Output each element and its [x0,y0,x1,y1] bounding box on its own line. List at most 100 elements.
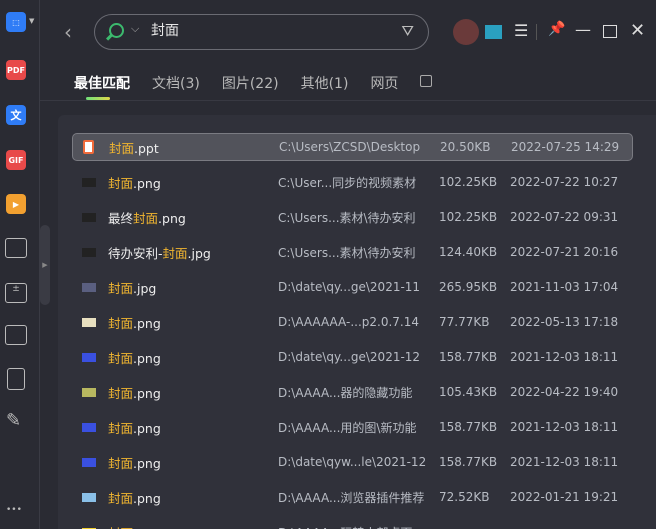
image-thumbnail-icon [82,282,96,292]
file-name: 最终封面.png [108,210,186,226]
file-date: 2021-12-03 18:11 [510,420,619,434]
file-path: D:\AAAA...器的隐藏功能 [278,385,413,400]
maximize-button[interactable] [603,25,617,38]
performance-monitor-icon[interactable] [5,325,27,345]
calculator-icon[interactable]: ± [5,283,27,303]
file-path: C:\Users\ZCSD\Desktop [279,140,421,154]
file-date: 2021-12-03 18:11 [510,455,619,469]
result-row[interactable]: 封面.png C:\User...同步的视频素材 102.25KB 2022-0… [72,168,633,196]
tab-best-match[interactable]: 最佳匹配 [74,73,130,100]
result-row[interactable]: 封面.png D:\AAAA...器的隐藏功能 105.43KB 2022-04… [72,378,633,406]
more-icon[interactable]: ••• [6,505,22,515]
file-size: 265.95KB [439,280,498,294]
file-size: 158.77KB [439,420,498,434]
close-button[interactable]: ✕ [630,20,645,44]
file-name: 封面 [108,523,133,529]
result-row[interactable]: 封面.ppt C:\Users\ZCSD\Desktop 20.50KB 202… [72,133,633,161]
image-thumbnail-icon [82,352,96,362]
file-name: 封面.png [108,385,161,401]
file-path: C:\Users...素材\待办安利 [278,210,416,225]
chevron-down-icon[interactable]: ⌵ [131,22,139,36]
file-size: 105.43KB [439,385,498,399]
file-name: 封面.jpg [108,280,157,296]
result-row[interactable]: 封面.png D:\AAAA...浏览器插件推荐 72.52KB 2022-01… [72,483,633,511]
result-row[interactable]: 最终封面.png C:\Users...素材\待办安利 102.25KB 202… [72,203,633,231]
result-row[interactable]: 封面.jpg D:\date\qy...ge\2021-11 265.95KB … [72,273,633,301]
sidebar: ⬚ ▼ PDF 文 GIF ▶ ± ✎ ••• [0,0,40,529]
crop-icon[interactable]: ⬚ [6,12,26,32]
video-recorder-icon[interactable]: ▶ [6,194,26,214]
file-path: D:\date\qy...ge\2021-11 [278,280,421,294]
file-path: C:\User...同步的视频素材 [278,175,417,190]
file-path: D:\AAAA...玩转小部桌面 [278,524,412,529]
image-thumbnail-icon [82,457,96,467]
file-name: 封面.png [108,490,161,506]
image-thumbnail-icon [82,422,96,432]
file-name: 封面.ppt [109,140,159,156]
ppt-file-icon [83,140,94,154]
divider [536,24,537,40]
file-name: 待办安利-封面.jpg [108,245,211,261]
image-thumbnail-icon [82,212,96,222]
search-bar[interactable]: ⌵ ⛛ [94,14,429,50]
result-row[interactable]: 待办安利-封面.jpg C:\Users...素材\待办安利 124.40KB … [72,238,633,266]
tab-bar: 最佳匹配 文档(3) 图片(22) 其他(1) 网页 [74,73,433,100]
divider [40,100,656,101]
file-date: 2022-05-13 17:18 [510,315,619,329]
file-size: 77.77KB [439,315,490,329]
gif-icon[interactable]: GIF [6,150,26,170]
file-name: 封面.png [108,175,161,191]
file-date: 2022-07-22 10:27 [510,175,619,189]
search-icon [109,23,124,38]
tab-other[interactable]: 其他(1) [301,73,349,93]
file-size: 158.77KB [439,350,498,364]
image-thumbnail-icon [82,492,96,502]
results-list: 封面.ppt C:\Users\ZCSD\Desktop 20.50KB 202… [58,115,656,529]
file-date: 2022-07-22 09:31 [510,210,619,224]
edit-tabs-icon[interactable] [420,75,433,87]
dropdown-arrow-icon[interactable]: ▼ [29,17,34,25]
image-thumbnail-icon [82,177,96,187]
tab-images[interactable]: 图片(22) [222,73,279,93]
file-date: 2021-11-03 17:04 [510,280,619,294]
file-size: 72.52KB [439,490,490,504]
file-path: D:\AAAA...用的图\新功能 [278,420,417,435]
notes-icon[interactable] [7,368,25,390]
wallpaper-icon[interactable] [485,25,502,39]
result-row[interactable]: 封面.png D:\AAAA...用的图\新功能 158.77KB 2021-1… [72,413,633,441]
image-thumbnail-icon [82,247,96,257]
file-size: 124.40KB [439,245,498,259]
file-date: 2022-07-25 14:29 [511,140,620,154]
pin-icon[interactable]: 📌 [548,21,565,45]
file-size: 158.77KB [439,455,498,469]
file-path: D:\AAAAAA-...p2.0.7.14 [278,315,419,329]
file-path: D:\AAAA...浏览器插件推荐 [278,490,425,505]
result-row[interactable]: 封面.png D:\date\qy...ge\2021-12 158.77KB … [72,343,633,371]
file-path: D:\date\qy...ge\2021-12 [278,350,421,364]
result-row[interactable]: 封面.png D:\AAAAAA-...p2.0.7.14 77.77KB 20… [72,308,633,336]
filter-icon[interactable]: ⛛ [401,22,414,40]
sidebar-collapse-handle[interactable]: ▶ [40,225,50,305]
file-name: 封面.png [108,420,161,436]
minimize-button[interactable]: — [575,20,591,44]
file-date: 2022-04-22 19:40 [510,385,619,399]
pen-icon[interactable]: ✎ [6,410,21,431]
image-thumbnail-icon [82,317,96,327]
result-row[interactable]: 封面 D:\AAAA...玩转小部桌面 [72,518,633,529]
file-path: D:\date\qyw...le\2021-12 [278,455,427,469]
avatar[interactable] [453,19,479,45]
back-button[interactable]: ‹ [64,20,72,44]
menu-icon[interactable]: ☰ [514,21,528,45]
tab-web[interactable]: 网页 [370,73,398,93]
result-row[interactable]: 封面.png D:\date\qyw...le\2021-12 158.77KB… [72,448,633,476]
image-thumbnail-icon [82,387,96,397]
tab-documents[interactable]: 文档(3) [152,73,200,93]
pdf-icon[interactable]: PDF [6,60,26,80]
file-size: 102.25KB [439,210,498,224]
file-name: 封面.png [108,350,161,366]
file-size: 20.50KB [440,140,491,154]
search-input[interactable] [151,22,371,38]
ocr-icon[interactable]: 文 [6,105,26,125]
monitor-icon[interactable] [5,238,27,258]
file-date: 2021-12-03 18:11 [510,350,619,364]
